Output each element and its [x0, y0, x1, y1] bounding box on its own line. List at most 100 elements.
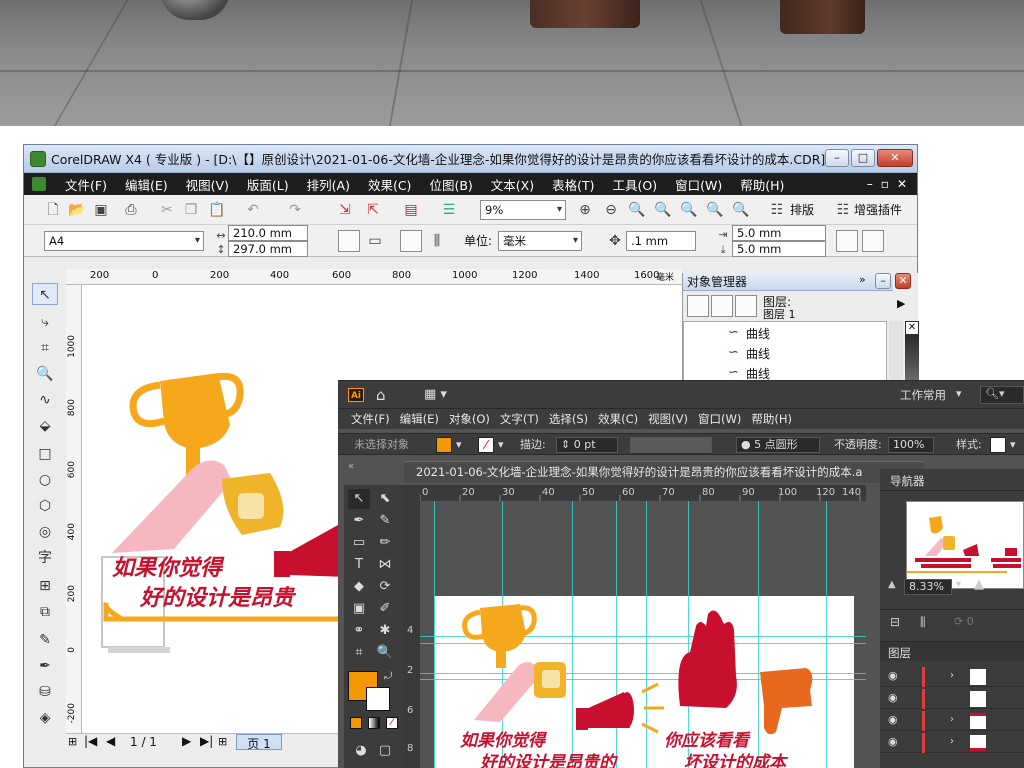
visibility-eye-icon[interactable]: ◉ — [888, 691, 898, 704]
opacity-field[interactable]: 100% — [888, 437, 934, 453]
distribute-icon[interactable]: ⫼ — [920, 615, 926, 630]
portrait-button[interactable] — [338, 230, 360, 252]
application-launcher-icon[interactable]: ▤ — [402, 201, 420, 219]
zoom-all-icon[interactable]: 🔍 — [654, 201, 672, 219]
zoom-out-mountain-icon[interactable]: ▲ — [888, 579, 896, 590]
undo-icon[interactable]: ↶ — [244, 201, 262, 219]
smart-fill-tool-icon[interactable]: ⬙ — [32, 415, 58, 437]
pick-tool-icon[interactable]: ↖ — [32, 283, 58, 305]
show-properties-icon[interactable] — [687, 295, 709, 317]
table-tool-icon[interactable]: ⊞ — [32, 575, 58, 597]
welcome-screen-icon[interactable]: ☰ — [440, 201, 458, 219]
navigator-zoom-field[interactable]: 8.33% — [904, 579, 952, 595]
stroke-weight-field[interactable]: ⇕ 0 pt — [556, 437, 618, 453]
zoom-out-icon[interactable]: ⊖ — [602, 201, 620, 219]
workspace-switcher[interactable]: 工作常用 — [900, 387, 946, 403]
selection-tool-icon[interactable]: ↖ — [348, 489, 370, 509]
ai-menu-view[interactable]: 视图(V) — [643, 411, 693, 427]
page-height-field[interactable]: 297.0 mm — [228, 241, 308, 257]
all-pages-button[interactable] — [400, 230, 422, 252]
paste-icon[interactable]: 📋 — [208, 201, 226, 219]
layer-row[interactable]: ◉ › — [880, 733, 1024, 753]
open-folder-icon[interactable]: 📂 — [68, 201, 86, 219]
document-icon[interactable] — [32, 177, 46, 191]
warp-tool-icon[interactable]: ⟳ — [374, 577, 396, 597]
units-toggle-button[interactable] — [836, 230, 858, 252]
brush-definition-dropdown[interactable]: ● 5 点圆形 — [736, 437, 820, 453]
zoom-in-icon[interactable]: ⊕ — [576, 201, 594, 219]
paper-size-dropdown[interactable]: A4 — [44, 231, 204, 251]
style-dropdown-icon[interactable]: ▾ — [1010, 434, 1016, 456]
document-tab[interactable]: 2021-01-06-文化墙-企业理念-如果你觉得好的设计是昂贵的你应该看看坏设… — [404, 461, 924, 483]
artboard-tool-icon[interactable]: ⌗ — [348, 643, 370, 663]
zoom-page-icon[interactable]: 🔍 — [680, 201, 698, 219]
enhance-plugin-label[interactable]: 增强插件 — [854, 200, 902, 220]
edit-across-layers-icon[interactable] — [711, 295, 733, 317]
eyedropper-tool-icon[interactable]: ✐ — [374, 599, 396, 619]
cut-icon[interactable]: ✂ — [158, 201, 176, 219]
maximize-button[interactable]: □ — [851, 149, 875, 167]
object-item[interactable]: 曲线 — [746, 325, 770, 342]
zoom-tool-icon[interactable]: 🔍 — [32, 363, 58, 385]
duplicate-y-field[interactable]: 5.0 mm — [732, 241, 826, 257]
layer-row[interactable]: ◉ › — [880, 667, 1024, 687]
units-dropdown[interactable]: 毫米 — [498, 231, 582, 251]
ellipse-tool-icon[interactable]: ○ — [32, 469, 58, 491]
curvature-tool-icon[interactable]: ✎ — [374, 511, 396, 531]
menu-edit[interactable]: 编辑(E) — [116, 175, 177, 194]
layer-row[interactable]: ◉ › — [880, 711, 1024, 731]
expand-arrow-icon[interactable]: › — [950, 714, 954, 725]
screen-mode-icon[interactable]: ▢ — [374, 741, 396, 761]
first-page-icon[interactable]: |◀ — [84, 734, 97, 748]
ai-menu-object[interactable]: 对象(O) — [444, 411, 495, 427]
navigator-preview[interactable] — [906, 501, 1024, 589]
stroke-none-swatch[interactable]: ⁄ — [478, 437, 494, 453]
add-page-icon[interactable]: ⊞ — [218, 735, 227, 748]
docker-close-button[interactable]: ✕ — [895, 273, 911, 289]
ai-menu-help[interactable]: 帮助(H) — [746, 411, 797, 427]
menu-help[interactable]: 帮助(H) — [731, 175, 793, 194]
gradient-tool-icon[interactable]: ▣ — [348, 599, 370, 619]
swap-colors-icon[interactable]: ⤾ — [384, 671, 392, 682]
ai-menu-select[interactable]: 选择(S) — [544, 411, 593, 427]
fill-tool-icon[interactable]: ⛁ — [32, 681, 58, 703]
current-page-icon[interactable]: ⫼ — [428, 232, 446, 250]
menu-window[interactable]: 窗口(W) — [666, 175, 731, 194]
visibility-eye-icon[interactable]: ◉ — [888, 735, 898, 748]
page-tab[interactable]: 页 1 — [236, 734, 282, 751]
collapse-panel-icon[interactable]: « — [348, 461, 354, 472]
graphic-style-swatch[interactable] — [990, 437, 1006, 453]
print-icon[interactable]: ⎙ — [122, 201, 140, 219]
visibility-eye-icon[interactable]: ◉ — [888, 713, 898, 726]
docker-flyout-arrow-icon[interactable]: ▶ — [897, 297, 905, 310]
pen-tool-icon[interactable]: ✒ — [348, 511, 370, 531]
menu-effects[interactable]: 效果(C) — [359, 175, 420, 194]
ai-menu-effect[interactable]: 效果(C) — [593, 411, 643, 427]
color-mode-icon[interactable] — [350, 717, 362, 729]
docker-expand-icon[interactable]: » — [859, 273, 866, 286]
doc-close-button[interactable]: ✕ — [897, 177, 907, 191]
gradient-mode-icon[interactable] — [368, 717, 380, 729]
symbol-sprayer-tool-icon[interactable]: ✱ — [374, 621, 396, 641]
enhance-plugin-icon[interactable]: ☷ — [834, 201, 852, 219]
zoom-height-icon[interactable]: 🔍 — [732, 201, 750, 219]
prev-page-icon[interactable]: ◀ — [106, 734, 115, 748]
stroke-label[interactable]: 描边: — [520, 434, 546, 456]
zoom-dropdown-icon[interactable]: ▾ — [956, 579, 961, 590]
rectangle-tool-icon[interactable]: ▭ — [348, 533, 370, 553]
arrange-plugin-label[interactable]: 排版 — [790, 200, 814, 220]
arrange-plugin-icon[interactable]: ☷ — [768, 201, 786, 219]
eraser-tool-icon[interactable]: ◆ — [348, 577, 370, 597]
eyedropper-tool-icon[interactable]: ✎ — [32, 629, 58, 651]
draw-mode-icon[interactable]: ◕ — [350, 741, 372, 761]
zoom-tool-icon[interactable]: 🔍 — [374, 643, 396, 663]
direct-selection-tool-icon[interactable]: ⬉ — [374, 489, 396, 509]
shape-tool-icon[interactable]: ⤷ — [32, 311, 58, 333]
outline-tool-icon[interactable]: ✒ — [32, 655, 58, 677]
zoom-level-dropdown[interactable]: 9% — [480, 200, 566, 220]
fill-color-swatch[interactable] — [436, 437, 452, 453]
menu-view[interactable]: 视图(V) — [177, 175, 238, 194]
zoom-selected-icon[interactable]: 🔍 — [628, 201, 646, 219]
reflect-tool-icon[interactable]: ⋈ — [374, 555, 396, 575]
polygon-tool-icon[interactable]: ⬡ — [32, 495, 58, 517]
